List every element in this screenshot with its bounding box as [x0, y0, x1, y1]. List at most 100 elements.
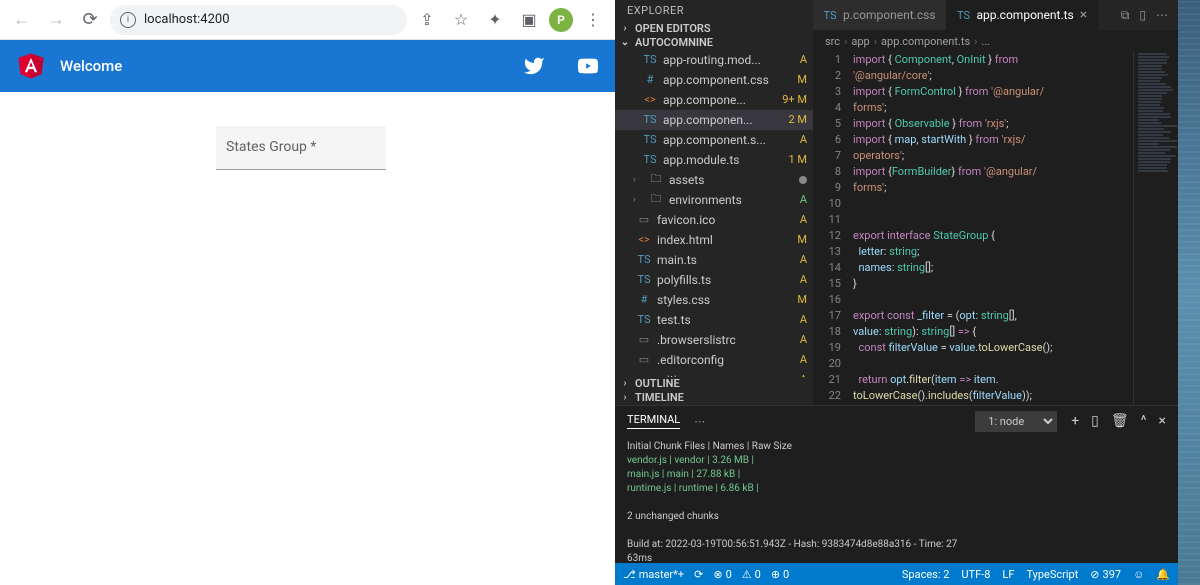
- split-terminal-icon[interactable]: ▯: [1091, 413, 1099, 429]
- project-section[interactable]: ⌄ AUTOCOMNINE: [615, 36, 813, 50]
- errors-count[interactable]: ⊗ 0: [713, 568, 731, 581]
- menu-icon[interactable]: ⋮: [579, 6, 607, 34]
- port-status[interactable]: ⊘ 397: [1090, 568, 1121, 581]
- breadcrumb-item[interactable]: app: [851, 35, 869, 48]
- file-status: A: [783, 273, 807, 286]
- feedback-icon[interactable]: ☺: [1133, 568, 1144, 581]
- port-forward[interactable]: ⊕ 0: [771, 568, 789, 581]
- file-row[interactable]: ▭.editorconfigA: [615, 350, 813, 370]
- file-row[interactable]: TStest.tsA: [615, 310, 813, 330]
- youtube-icon[interactable]: [577, 55, 599, 77]
- file-row[interactable]: <>app.compone...9+ M: [615, 90, 813, 110]
- chevron-right-icon: ›: [619, 378, 631, 389]
- file-row[interactable]: ▭.gitignoreA: [615, 370, 813, 377]
- file-row[interactable]: TSapp.componen...2 M: [615, 110, 813, 130]
- angular-logo-icon: [16, 51, 46, 81]
- more-icon[interactable]: ⋯: [1156, 8, 1168, 23]
- desktop-background: [1178, 0, 1200, 585]
- address-bar[interactable]: i localhost:4200: [110, 5, 407, 35]
- sync-icon[interactable]: ⟳: [694, 568, 703, 581]
- tab-bar: TSp.component.cssTSapp.component.ts× ⧉ ▯…: [813, 0, 1178, 30]
- split-icon[interactable]: ▯: [1139, 8, 1146, 23]
- forward-button[interactable]: →: [42, 6, 70, 34]
- app-content-area: States Group *: [0, 92, 615, 585]
- file-name: main.ts: [657, 253, 777, 267]
- reader-icon[interactable]: ▣: [515, 6, 543, 34]
- file-status: A: [783, 133, 807, 146]
- terminal-header: TERMINAL ⋯ 1: node + ▯ 🗑 ^ ×: [615, 406, 1178, 436]
- chevron-right-icon: ›: [633, 175, 643, 185]
- file-row[interactable]: <>index.htmlM: [615, 230, 813, 250]
- close-icon[interactable]: ×: [1159, 413, 1166, 429]
- breadcrumb[interactable]: src›app›app.component.ts›...: [813, 30, 1178, 52]
- eol-status[interactable]: LF: [1002, 568, 1014, 581]
- file-row[interactable]: TSpolyfills.tsA: [615, 270, 813, 290]
- terminal-panel: TERMINAL ⋯ 1: node + ▯ 🗑 ^ × Initial Chu…: [615, 405, 1178, 563]
- breadcrumb-item[interactable]: ...: [981, 35, 990, 48]
- file-status: M: [783, 73, 807, 86]
- language-status[interactable]: TypeScript: [1026, 568, 1078, 581]
- open-editors-section[interactable]: › OPEN EDITORS: [615, 21, 813, 35]
- trash-icon[interactable]: 🗑: [1111, 413, 1129, 429]
- file-row[interactable]: TSapp-routing.mod...A: [615, 50, 813, 70]
- more-icon[interactable]: ⋯: [694, 415, 705, 428]
- profile-avatar[interactable]: P: [549, 8, 573, 32]
- terminal-tab[interactable]: TERMINAL: [627, 413, 680, 429]
- tab-label: p.component.css: [843, 8, 936, 22]
- reload-button[interactable]: ⟳: [76, 6, 104, 34]
- editor-tab[interactable]: TSp.component.css: [813, 0, 947, 30]
- file-status: 9+ M: [782, 93, 807, 106]
- status-bar: ⎇ master*+ ⟳ ⊗ 0 ⚠ 0 ⊕ 0 Spaces: 2 UTF-8…: [615, 563, 1178, 585]
- breadcrumb-item[interactable]: src: [825, 35, 840, 48]
- file-row[interactable]: TSapp.component.s...A: [615, 130, 813, 150]
- file-status: M: [783, 293, 807, 306]
- extensions-icon[interactable]: ✦: [481, 6, 509, 34]
- encoding-status[interactable]: UTF-8: [961, 568, 990, 581]
- file-row[interactable]: TSapp.module.ts1 M: [615, 150, 813, 170]
- states-group-input[interactable]: [226, 143, 376, 159]
- file-name: app.component.s...: [663, 133, 777, 147]
- file-status: 2 M: [783, 113, 807, 126]
- file-icon: TS: [637, 253, 651, 267]
- chevron-down-icon: ⌄: [619, 37, 631, 48]
- new-terminal-icon[interactable]: +: [1071, 413, 1079, 429]
- terminal-output[interactable]: Initial Chunk Files | Names | Raw Sizeve…: [615, 436, 1178, 563]
- file-name: styles.css: [657, 293, 777, 307]
- states-group-field[interactable]: States Group *: [216, 126, 386, 170]
- file-row[interactable]: ▭favicon.icoA: [615, 210, 813, 230]
- file-name: test.ts: [657, 313, 777, 327]
- git-branch[interactable]: ⎇ master*+: [623, 568, 684, 581]
- file-row[interactable]: #styles.cssM: [615, 290, 813, 310]
- browser-window: ← → ⟳ i localhost:4200 ⇪ ☆ ✦ ▣ P ⋮ Welco…: [0, 0, 615, 585]
- compare-icon[interactable]: ⧉: [1121, 8, 1130, 23]
- file-row[interactable]: #app.component.cssM: [615, 70, 813, 90]
- timeline-section[interactable]: › TIMELINE: [615, 391, 813, 405]
- breadcrumb-item[interactable]: app.component.ts: [881, 35, 970, 48]
- file-icon: <>: [643, 93, 657, 107]
- warnings-count[interactable]: ⚠ 0: [742, 568, 761, 581]
- site-info-icon[interactable]: i: [120, 12, 136, 28]
- indent-status[interactable]: Spaces: 2: [902, 568, 950, 581]
- close-icon[interactable]: ×: [1080, 7, 1087, 23]
- share-icon[interactable]: ⇪: [413, 6, 441, 34]
- tab-label: app.component.ts: [977, 8, 1074, 22]
- file-icon: ▭: [637, 353, 651, 367]
- folder-name: assets: [669, 173, 793, 187]
- minimap[interactable]: [1133, 52, 1178, 405]
- editor-tab[interactable]: TSapp.component.ts×: [947, 0, 1099, 30]
- folder-name: environments: [669, 193, 777, 207]
- file-row[interactable]: ▭.browserslistrcA: [615, 330, 813, 350]
- code-editor[interactable]: 1234567891011121314151617181920212223 im…: [813, 52, 1178, 405]
- folder-row[interactable]: ›🗀environmentsA: [615, 190, 813, 210]
- terminal-shell-select[interactable]: 1: node: [975, 411, 1057, 432]
- folder-row[interactable]: ›🗀assets: [615, 170, 813, 190]
- outline-section[interactable]: › OUTLINE: [615, 377, 813, 391]
- file-status: A: [783, 313, 807, 326]
- back-button[interactable]: ←: [8, 6, 36, 34]
- file-icon: ▭: [637, 213, 651, 227]
- bookmark-icon[interactable]: ☆: [447, 6, 475, 34]
- maximize-icon[interactable]: ^: [1141, 413, 1147, 429]
- notifications-icon[interactable]: 🔔: [1156, 568, 1170, 581]
- twitter-icon[interactable]: [523, 55, 545, 77]
- file-row[interactable]: TSmain.tsA: [615, 250, 813, 270]
